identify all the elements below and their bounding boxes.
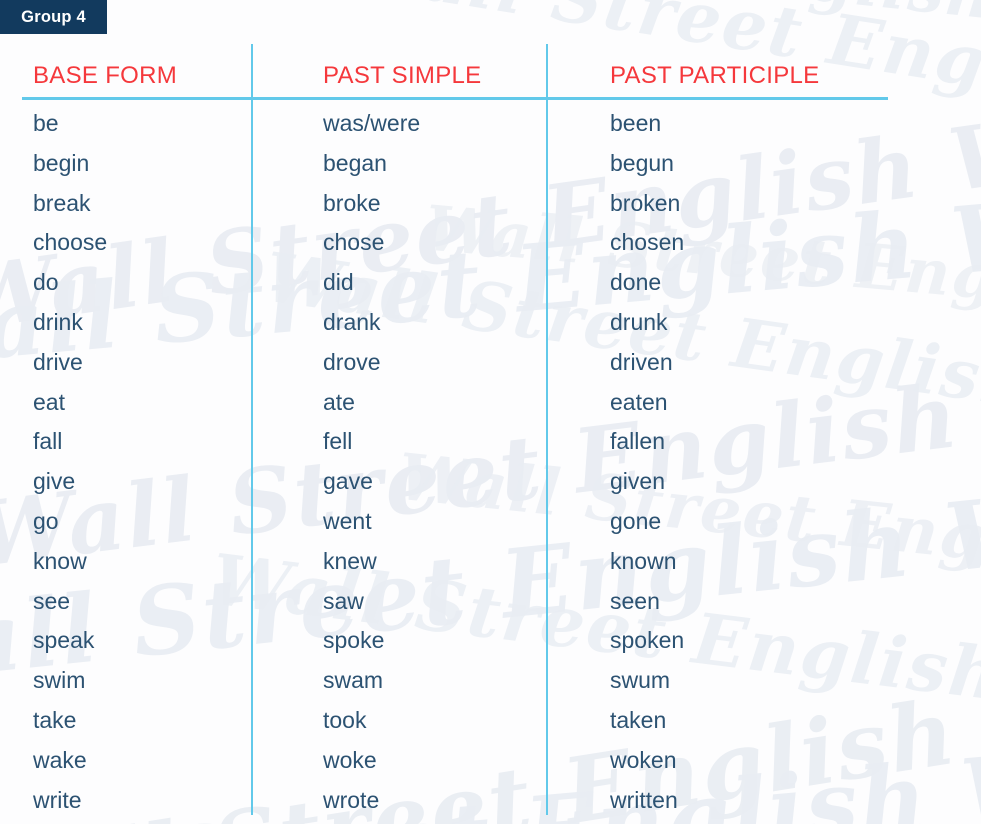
verb-cell: drink bbox=[33, 308, 83, 335]
column-divider-1 bbox=[251, 44, 253, 815]
verb-cell: drive bbox=[33, 348, 83, 375]
verb-cell: break bbox=[33, 189, 91, 216]
verb-cell: write bbox=[33, 786, 82, 813]
verb-cell: done bbox=[610, 269, 662, 296]
verb-list-past-participle: been begun broken chosen done drunk driven eate… bbox=[610, 104, 684, 820]
verb-cell: taken bbox=[610, 706, 667, 733]
verb-cell: swum bbox=[610, 667, 671, 694]
verb-cell: begun bbox=[610, 149, 674, 176]
verb-cell: knew bbox=[323, 547, 377, 574]
verb-cell: go bbox=[33, 507, 59, 534]
irregular-verbs-chart: Wall Street English Wall Street English … bbox=[0, 0, 981, 824]
verb-cell: gave bbox=[323, 468, 373, 495]
verb-table: BASE FORM be begin break choose do drink drive… bbox=[0, 0, 981, 824]
verb-cell: seen bbox=[610, 587, 660, 614]
verb-cell: ate bbox=[323, 388, 355, 415]
verb-cell: know bbox=[33, 547, 87, 574]
verb-list-past-simple: was/were began broke chose did drank drove ate f… bbox=[323, 104, 420, 820]
verb-cell: begin bbox=[33, 149, 90, 176]
verb-cell: see bbox=[33, 587, 71, 614]
verb-cell: woke bbox=[323, 746, 377, 773]
verb-cell: broken bbox=[610, 189, 681, 216]
verb-cell: woken bbox=[610, 746, 677, 773]
verb-cell: wrote bbox=[323, 786, 380, 813]
header-underline bbox=[22, 97, 888, 100]
verb-cell: spoke bbox=[323, 627, 385, 654]
verb-cell: eaten bbox=[610, 388, 668, 415]
verb-cell: take bbox=[33, 706, 77, 733]
verb-cell: wake bbox=[33, 746, 87, 773]
group-badge: Group 4 bbox=[0, 0, 107, 34]
column-divider-2 bbox=[546, 44, 548, 815]
verb-cell: saw bbox=[323, 587, 364, 614]
column-header-past-participle: PAST PARTICIPLE bbox=[610, 62, 820, 89]
column-header-base-form: BASE FORM bbox=[33, 62, 178, 89]
verb-cell: fall bbox=[33, 428, 63, 455]
verb-cell: give bbox=[33, 468, 76, 495]
verb-cell: chosen bbox=[610, 229, 685, 256]
verb-cell: be bbox=[33, 110, 59, 136]
group-badge-label: Group 4 bbox=[21, 7, 86, 26]
verb-cell: did bbox=[323, 269, 354, 296]
verb-list-base-form: be begin break choose do drink drive eat fall giv… bbox=[33, 104, 107, 820]
verb-cell: do bbox=[33, 269, 59, 296]
verb-cell: speak bbox=[33, 627, 95, 654]
verb-cell: swam bbox=[323, 667, 384, 694]
verb-cell: choose bbox=[33, 229, 108, 256]
verb-cell: chose bbox=[323, 229, 385, 256]
verb-cell: gone bbox=[610, 507, 662, 534]
verb-cell: eat bbox=[33, 388, 65, 415]
verb-cell: spoken bbox=[610, 627, 685, 654]
verb-cell: drunk bbox=[610, 308, 668, 335]
verb-cell: drank bbox=[323, 308, 381, 335]
verb-cell: swim bbox=[33, 667, 86, 694]
verb-cell: began bbox=[323, 149, 387, 176]
verb-cell: was/were bbox=[323, 110, 421, 136]
verb-cell: known bbox=[610, 547, 677, 574]
column-header-past-simple: PAST SIMPLE bbox=[323, 62, 482, 89]
verb-cell: written bbox=[610, 786, 678, 813]
verb-cell: went bbox=[323, 507, 372, 534]
verb-cell: fallen bbox=[610, 428, 665, 455]
verb-cell: took bbox=[323, 706, 367, 733]
verb-cell: given bbox=[610, 468, 665, 495]
verb-cell: driven bbox=[610, 348, 673, 375]
verb-cell: fell bbox=[323, 428, 353, 455]
verb-cell: been bbox=[610, 110, 662, 136]
verb-cell: broke bbox=[323, 189, 381, 216]
verb-cell: drove bbox=[323, 348, 381, 375]
